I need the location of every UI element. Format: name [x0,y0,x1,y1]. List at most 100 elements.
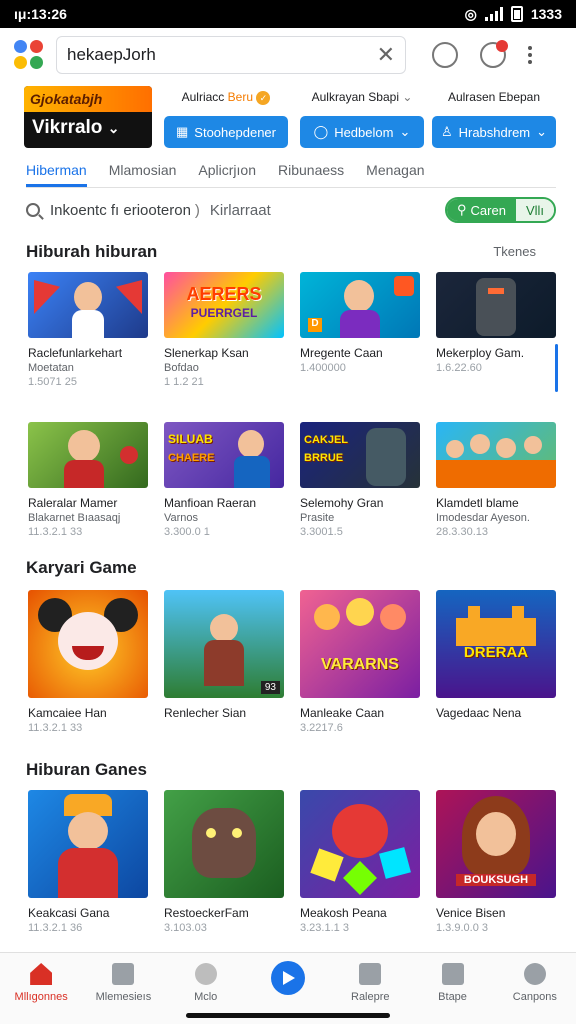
section-title-3: Hiburan Ganes [26,760,147,779]
store-icon [112,963,135,985]
game-card[interactable]: Raclefunlarkehart Moetatan 1.5071 25 [28,272,148,389]
signal-icon [484,7,503,21]
promo-bottom-text: Vikrralo [32,117,103,138]
home-indicator[interactable] [186,1013,390,1018]
bottom-nav: Mllıgonnes Mlemesieıs Mclo Ralepre Btape… [0,952,576,1024]
status-time: ıμ:13:26 [14,6,67,22]
characters-icon: VARARNS [300,590,420,698]
bag-icon: ▦ [176,124,189,139]
filter-button-1[interactable]: ▦ Stoohepdener [164,116,288,148]
promo-row: Gjokatabjh Vikrralo ⌄ Aulriacc Beru ✓ ▦ S… [24,86,556,150]
section-more-link[interactable]: Tkenes [493,244,536,259]
red-blob-icon [300,790,420,898]
game-card[interactable]: Klamdetl blame Imodesdar Ayeson. 28.3.30… [436,422,556,539]
filter-search-row: Inkoentc fı eriooteron ) Kirlarraat ⚲ Car… [26,194,556,226]
nav-store[interactable]: Mlemesieıs [88,961,158,1003]
filter-button-3[interactable]: ♙ Hrabshdrem ⌄ [432,116,556,148]
nav-games[interactable]: Mclo [171,961,241,1003]
status-bar: ıμ:13:26 ◎ 1333 [0,0,576,28]
boy-blue-icon: D [300,272,420,338]
search-box[interactable]: ✕ [56,36,406,74]
woman-icon: BOUKSUGH [436,790,556,898]
search-icon [26,203,40,217]
tab-1[interactable]: Mlamosian [109,152,177,187]
filter-search-text[interactable]: Inkoentc fı eriooteron [50,202,191,219]
nav-books[interactable]: Ralepre [335,961,405,1003]
filter-group-3: Aulrasen Ebepan ♙ Hrabshdrem ⌄ [432,86,556,148]
close-icon[interactable]: ✕ [377,42,395,68]
game-row-4: Keakcasi Gana 11.3.2.1 36 RestoeckerFam … [28,790,556,935]
game-card[interactable]: VARARNS Manleake Caan 3.2217.6 [300,590,420,735]
filter-search-text2[interactable]: Kirlarraat [210,202,271,219]
globe-icon: ◯ [313,124,329,139]
game-card[interactable]: Keakcasi Gana 11.3.2.1 36 [28,790,148,935]
game-card[interactable]: Kamcaiee Han 11.3.2.1 33 [28,590,148,735]
promo-top-text: Gjokatabjh [24,86,152,112]
books-icon [359,963,382,985]
game-card[interactable]: D Mregente Caan 1.400000 [300,272,420,389]
game-row-2: Raleralar Mamer Blakarnet Bıaasaqj 11.3.… [28,422,556,539]
green-toggle-button[interactable]: ⚲ Caren Vllı [444,197,556,223]
wifi-icon: ◎ [464,5,477,22]
status-battery-text: 1333 [530,6,562,22]
list-icon [441,963,464,985]
filter-label: Aulriacc [181,90,225,104]
runner-icon: 93 [164,590,284,698]
top-bar: ✕ [0,28,576,82]
nav-home[interactable]: Mllıgonnes [6,961,76,1003]
game-card[interactable]: CAKJEL BRRUE Selemohy Gran Prasite 3.300… [300,422,420,539]
search-input[interactable] [67,45,377,65]
hero-boy-icon [28,790,148,898]
filter-badge: Beru [227,90,254,104]
crowd-icon [436,422,556,488]
nav-play[interactable] [253,961,323,995]
home-icon [30,963,53,985]
person-icon: ♙ [440,124,453,139]
chevron-down-icon: ⌄ [536,124,548,139]
nav-account[interactable]: Canpons [500,961,570,1003]
title-art-icon: AERERS PUERRGEL [164,272,284,338]
girl-flags-icon [28,272,148,338]
mouse-icon [28,590,148,698]
tab-3[interactable]: Ribunaess [278,152,344,187]
game-card[interactable]: 93 Renlecher Sian [164,590,284,735]
level-badge: 93 [260,681,280,694]
chevron-down-icon: ⌄ [402,90,413,104]
game-card[interactable]: SILUAB CHAERE Manfioan Raeran Varnos 3.3… [164,422,284,539]
boy-red-icon [28,422,148,488]
man-sign-icon: SILUAB CHAERE [164,422,284,488]
section-title-1: Hiburah hiburan [26,242,158,261]
tab-2[interactable]: Aplicrjıon [198,152,256,187]
games-icon [194,963,217,985]
game-card[interactable]: Meakosh Peana 3.23.1.1 3 [300,790,420,935]
notification-icon[interactable] [432,42,458,68]
game-card[interactable]: Mekerploy Gam. 1.6.22.60 [436,272,556,389]
game-card[interactable]: Raleralar Mamer Blakarnet Bıaasaqj 11.3.… [28,422,148,539]
play-icon [270,961,305,995]
app-logo-icon[interactable] [14,40,44,70]
filter-label: Aulrasen Ebepan [447,90,541,104]
tab-bar: Hiberman Mlamosian Aplicrjıon Ribunaess … [26,152,556,188]
game-row-3: Kamcaiee Han 11.3.2.1 33 93 Renlecher Si… [28,590,556,735]
game-card[interactable]: DRERAA Vagedaac Nena [436,590,556,735]
nav-list[interactable]: Btape [418,961,488,1003]
filter-label: Aulkrayan Sbapi [311,90,399,104]
section-title-2: Karyari Game [26,558,137,577]
battery-icon [510,6,523,22]
tab-4[interactable]: Menagan [366,152,424,187]
more-options-icon[interactable] [528,46,532,64]
promo-banner[interactable]: Gjokatabjh Vikrralo ⌄ [24,86,152,148]
account-alert-icon[interactable] [480,40,508,68]
filter-button-2[interactable]: ◯ Hedbelom ⌄ [300,116,424,148]
search-icon: ⚲ [456,202,467,217]
filter-group-1: Aulriacc Beru ✓ ▦ Stoohepdener [164,86,288,148]
game-card[interactable]: AERERS PUERRGEL Slenerkap Ksan Bofdao 1 … [164,272,284,389]
castle-icon: DRERAA [436,590,556,698]
game-card[interactable]: RestoeckerFam 3.103.03 [164,790,284,935]
alert-dot [496,40,508,52]
tab-0[interactable]: Hiberman [26,152,87,187]
scroll-indicator[interactable] [555,344,558,392]
check-badge-icon: ✓ [256,90,271,105]
game-card[interactable]: BOUKSUGH Venice Bisen 1.3.9.0.0 3 [436,790,556,935]
account-icon [523,963,546,985]
